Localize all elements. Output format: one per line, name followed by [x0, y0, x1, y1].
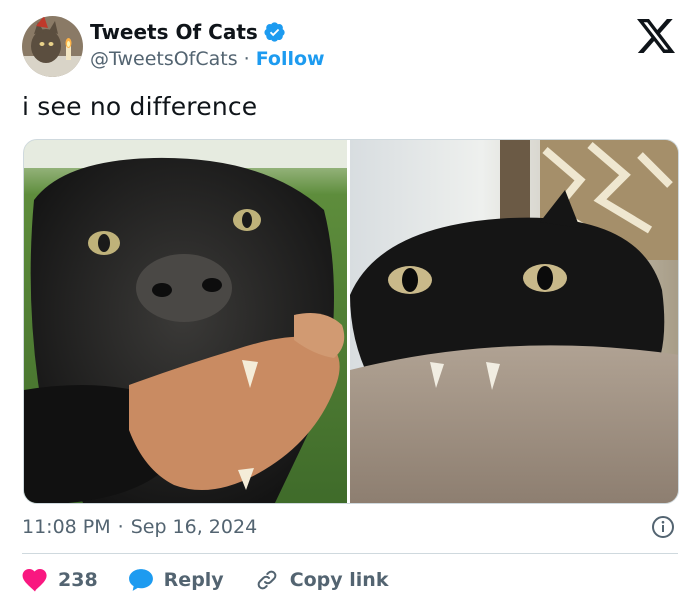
follow-button[interactable]: Follow: [256, 48, 325, 70]
panther-photo: [24, 140, 347, 503]
tweet-actions: 238 Reply Copy link: [22, 566, 388, 594]
timestamp-separator: ·: [117, 516, 124, 538]
author-name-text: Tweets Of Cats: [90, 20, 258, 44]
avatar-image: [22, 16, 83, 77]
tweet-time: 11:08 PM: [22, 516, 111, 538]
reply-button[interactable]: Reply: [128, 568, 224, 592]
tweet-date: Sep 16, 2024: [130, 516, 258, 538]
author-handle[interactable]: @TweetsOfCats: [90, 48, 238, 70]
like-button[interactable]: 238: [22, 568, 98, 592]
cat-photo: [350, 140, 678, 503]
heart-icon: [22, 568, 47, 592]
handle-row: @TweetsOfCats · Follow: [90, 48, 325, 70]
tweet-media[interactable]: [23, 139, 679, 504]
tweet-timestamp[interactable]: 11:08 PM · Sep 16, 2024: [22, 516, 257, 538]
handle-separator: ·: [243, 48, 250, 70]
tweet-text: i see no difference: [22, 92, 258, 121]
media-image-cat[interactable]: [350, 140, 678, 503]
verified-badge-icon: [264, 22, 285, 42]
reply-label: Reply: [163, 569, 224, 591]
speech-bubble-icon: [128, 569, 153, 591]
info-icon[interactable]: [651, 515, 675, 539]
copy-link-button[interactable]: Copy link: [254, 568, 389, 592]
avatar[interactable]: [22, 16, 83, 77]
link-icon: [257, 570, 277, 590]
copy-link-label: Copy link: [289, 569, 389, 591]
like-count: 238: [58, 569, 98, 591]
x-logo-icon[interactable]: [637, 19, 675, 53]
tweet-card: Tweets Of Cats @TweetsOfCats · Follow i …: [0, 0, 700, 606]
author-name[interactable]: Tweets Of Cats: [90, 20, 286, 44]
media-image-panther[interactable]: [24, 140, 347, 503]
divider: [22, 553, 678, 554]
